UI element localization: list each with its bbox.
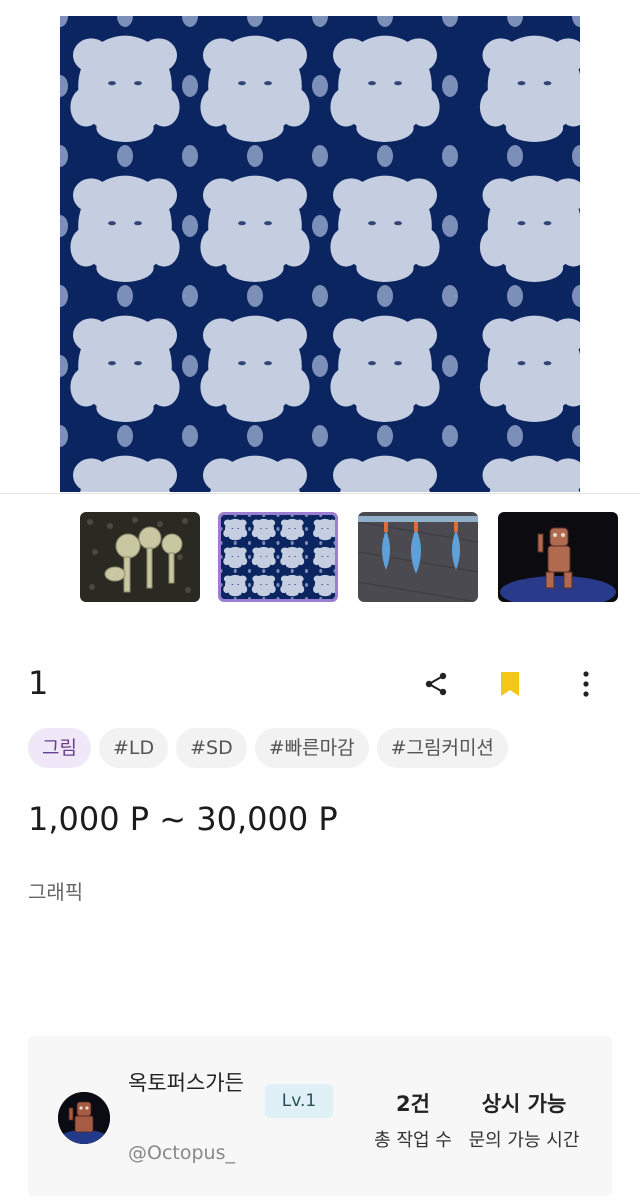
seller-card[interactable]: 옥토퍼스가든 @Octopus_ Lv.1 2건 총 작업 수 상시 가능 문의…	[28, 1036, 612, 1196]
hero-artwork	[60, 16, 580, 492]
price-range: 1,000 P ~ 30,000 P	[28, 800, 338, 838]
category-tag[interactable]: 그림	[28, 728, 91, 768]
subcategory-label: 그래픽	[28, 880, 84, 904]
bookmark-icon	[501, 672, 519, 696]
thumbnail-3[interactable]	[358, 512, 478, 602]
hero-image[interactable]	[60, 16, 580, 492]
share-icon	[425, 672, 447, 696]
seller-handle: @Octopus_	[128, 1142, 235, 1164]
more-options-button[interactable]	[568, 666, 604, 702]
more-vertical-icon	[583, 671, 589, 697]
level-badge: Lv.1	[265, 1084, 333, 1118]
tag-list: 그림 #LD #SD #빠른마감 #그림커미션	[28, 728, 508, 768]
hero-image-container	[0, 0, 640, 494]
bookmark-button[interactable]	[492, 666, 528, 702]
stat-inquiry-time-value: 상시 가능	[481, 1092, 567, 1116]
thumbnail-strip	[80, 512, 620, 604]
product-title: 1	[28, 664, 49, 702]
stat-inquiry-time-label: 문의 가능 시간	[468, 1130, 580, 1151]
thumbnail-1[interactable]	[80, 512, 200, 602]
hashtag[interactable]: #LD	[98, 728, 169, 768]
hashtag[interactable]: #SD	[176, 728, 247, 768]
stat-total-works-label: 총 작업 수	[374, 1130, 452, 1151]
avatar[interactable]	[58, 1092, 110, 1144]
thumbnail-2[interactable]	[218, 512, 338, 602]
title-row: 1	[28, 660, 612, 710]
hashtag[interactable]: #그림커미션	[376, 728, 508, 768]
seller-name[interactable]: 옥토퍼스가든	[128, 1066, 254, 1100]
thumbnail-4[interactable]	[498, 512, 618, 602]
stat-total-works-value: 2건	[396, 1092, 430, 1116]
hashtag[interactable]: #빠른마감	[254, 728, 369, 768]
share-button[interactable]	[418, 666, 454, 702]
